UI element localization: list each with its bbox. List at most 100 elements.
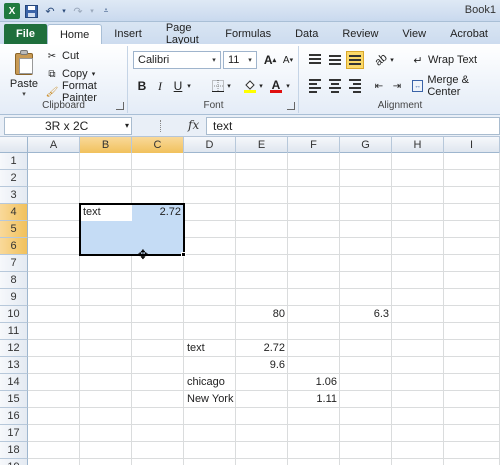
cell-d15[interactable]: New York bbox=[184, 391, 236, 408]
middle-align-icon[interactable] bbox=[326, 51, 344, 69]
font-name-dropdown-icon[interactable]: ▾ bbox=[208, 52, 220, 68]
customize-toolbar-icon[interactable]: ⩡ bbox=[98, 3, 114, 19]
row-header-13[interactable]: 13 bbox=[0, 357, 28, 374]
tab-view[interactable]: View bbox=[390, 24, 438, 44]
row-header-9[interactable]: 9 bbox=[0, 289, 28, 306]
cell-area[interactable]: text 2.72 80 6.3 text 2.72 9.6 chicago 1.06 New Y… bbox=[28, 153, 500, 465]
selection-border[interactable] bbox=[79, 203, 185, 256]
grow-font-icon: A bbox=[263, 53, 273, 67]
spreadsheet-grid[interactable]: ABCDEFGHI text 2.72 80 6.3 text 2.72 9.6 chicag… bbox=[0, 137, 500, 465]
tab-review[interactable]: Review bbox=[330, 24, 390, 44]
row-header-19[interactable]: 19 bbox=[0, 459, 28, 465]
align-right-icon[interactable] bbox=[346, 77, 364, 95]
format-painter-button[interactable]: 🖌 Format Painter bbox=[45, 80, 127, 104]
column-header-f[interactable]: F bbox=[288, 137, 340, 153]
font-color-dropdown-icon[interactable]: ▾ bbox=[284, 77, 292, 95]
underline-dropdown-icon[interactable]: ▾ bbox=[185, 77, 193, 95]
gridline-horizontal bbox=[28, 169, 500, 170]
name-box[interactable]: 3R x 2C ▾ bbox=[4, 117, 132, 135]
tab-acrobat[interactable]: Acrobat bbox=[438, 24, 500, 44]
wrap-text-button[interactable]: ↵ Wrap Text bbox=[412, 51, 477, 69]
paste-dropdown-icon[interactable]: ▾ bbox=[22, 90, 26, 98]
cell-f14[interactable]: 1.06 bbox=[288, 374, 340, 391]
bold-icon: B bbox=[137, 79, 147, 93]
cell-e12[interactable]: 2.72 bbox=[236, 340, 288, 357]
clipboard-group: Paste ▾ ✂ Cut ⧉ Copy ▾ 🖌 Format Painter … bbox=[0, 46, 128, 113]
column-header-g[interactable]: G bbox=[340, 137, 392, 153]
increase-indent-button[interactable]: ⇥ bbox=[388, 77, 406, 95]
cell-f15[interactable]: 1.11 bbox=[288, 391, 340, 408]
copy-dropdown-icon[interactable]: ▾ bbox=[92, 70, 96, 78]
column-header-d[interactable]: D bbox=[184, 137, 236, 153]
italic-button[interactable]: I bbox=[151, 77, 169, 95]
row-header-3[interactable]: 3 bbox=[0, 187, 28, 204]
row-header-12[interactable]: 12 bbox=[0, 340, 28, 357]
column-header-i[interactable]: I bbox=[444, 137, 500, 153]
orientation-dropdown-icon[interactable]: ▾ bbox=[388, 51, 396, 69]
tab-home[interactable]: Home bbox=[46, 24, 103, 44]
undo-dropdown-icon[interactable]: ▾ bbox=[61, 3, 67, 19]
row-header-8[interactable]: 8 bbox=[0, 272, 28, 289]
grow-font-button[interactable]: A ▴ bbox=[261, 51, 279, 69]
font-name-select[interactable]: Calibri ▾ bbox=[133, 51, 221, 69]
row-header-1[interactable]: 1 bbox=[0, 153, 28, 170]
tab-file[interactable]: File bbox=[4, 24, 47, 44]
font-dialog-launcher-icon[interactable] bbox=[287, 102, 295, 110]
column-header-c[interactable]: C bbox=[132, 137, 184, 153]
fill-handle[interactable] bbox=[181, 252, 186, 257]
align-left-icon[interactable] bbox=[306, 77, 324, 95]
redo-dropdown-icon[interactable]: ▾ bbox=[89, 3, 95, 19]
row-header-10[interactable]: 10 bbox=[0, 306, 28, 323]
row-header-17[interactable]: 17 bbox=[0, 425, 28, 442]
font-size-select[interactable]: 11 ▾ bbox=[223, 51, 257, 69]
column-headers: ABCDEFGHI bbox=[0, 137, 500, 153]
row-header-11[interactable]: 11 bbox=[0, 323, 28, 340]
cell-g10[interactable]: 6.3 bbox=[340, 306, 392, 323]
merge-center-button[interactable]: ↔ Merge & Center bbox=[412, 74, 500, 98]
font-color-button[interactable]: A bbox=[267, 77, 285, 95]
borders-dropdown-icon[interactable]: ▾ bbox=[225, 77, 233, 95]
decrease-indent-button[interactable]: ⇤ bbox=[370, 77, 388, 95]
redo-icon[interactable]: ↷ bbox=[70, 3, 86, 19]
insert-function-icon[interactable]: fx bbox=[188, 118, 199, 132]
row-header-5[interactable]: 5 bbox=[0, 221, 28, 238]
fill-color-dropdown-icon[interactable]: ▾ bbox=[257, 77, 265, 95]
cell-d12[interactable]: text bbox=[184, 340, 236, 357]
shrink-font-button[interactable]: A ▾ bbox=[279, 51, 297, 69]
cut-button[interactable]: ✂ Cut bbox=[46, 48, 79, 64]
tab-page-layout[interactable]: Page Layout bbox=[154, 22, 213, 46]
row-header-7[interactable]: 7 bbox=[0, 255, 28, 272]
row-header-4[interactable]: 4 bbox=[0, 204, 28, 221]
save-icon[interactable] bbox=[23, 3, 39, 19]
paste-button[interactable]: Paste ▾ bbox=[6, 48, 42, 98]
undo-icon[interactable]: ↶ bbox=[42, 3, 58, 19]
bottom-align-icon[interactable] bbox=[346, 51, 364, 69]
column-header-a[interactable]: A bbox=[28, 137, 80, 153]
copy-icon: ⧉ bbox=[48, 68, 56, 80]
row-header-6[interactable]: 6 bbox=[0, 238, 28, 255]
formula-input[interactable]: text bbox=[206, 117, 500, 135]
top-align-icon[interactable] bbox=[306, 51, 324, 69]
row-header-14[interactable]: 14 bbox=[0, 374, 28, 391]
excel-logo-icon[interactable]: X bbox=[4, 3, 20, 19]
tab-insert[interactable]: Insert bbox=[102, 24, 154, 44]
tab-data[interactable]: Data bbox=[283, 24, 330, 44]
align-center-icon[interactable] bbox=[326, 77, 344, 95]
cell-e13[interactable]: 9.6 bbox=[236, 357, 288, 374]
clipboard-dialog-launcher-icon[interactable] bbox=[116, 102, 124, 110]
row-header-18[interactable]: 18 bbox=[0, 442, 28, 459]
column-header-h[interactable]: H bbox=[392, 137, 444, 153]
tab-formulas[interactable]: Formulas bbox=[213, 24, 283, 44]
cell-e10[interactable]: 80 bbox=[236, 306, 288, 323]
format-painter-icon: 🖌 bbox=[45, 86, 59, 98]
row-header-15[interactable]: 15 bbox=[0, 391, 28, 408]
cell-d14[interactable]: chicago bbox=[184, 374, 236, 391]
row-header-16[interactable]: 16 bbox=[0, 408, 28, 425]
column-header-b[interactable]: B bbox=[80, 137, 132, 153]
row-header-2[interactable]: 2 bbox=[0, 170, 28, 187]
name-box-dropdown-icon[interactable]: ▾ bbox=[125, 118, 129, 134]
column-header-e[interactable]: E bbox=[236, 137, 288, 153]
bold-button[interactable]: B bbox=[133, 77, 151, 95]
select-all-corner[interactable] bbox=[0, 137, 28, 153]
font-size-dropdown-icon[interactable]: ▾ bbox=[244, 52, 256, 68]
